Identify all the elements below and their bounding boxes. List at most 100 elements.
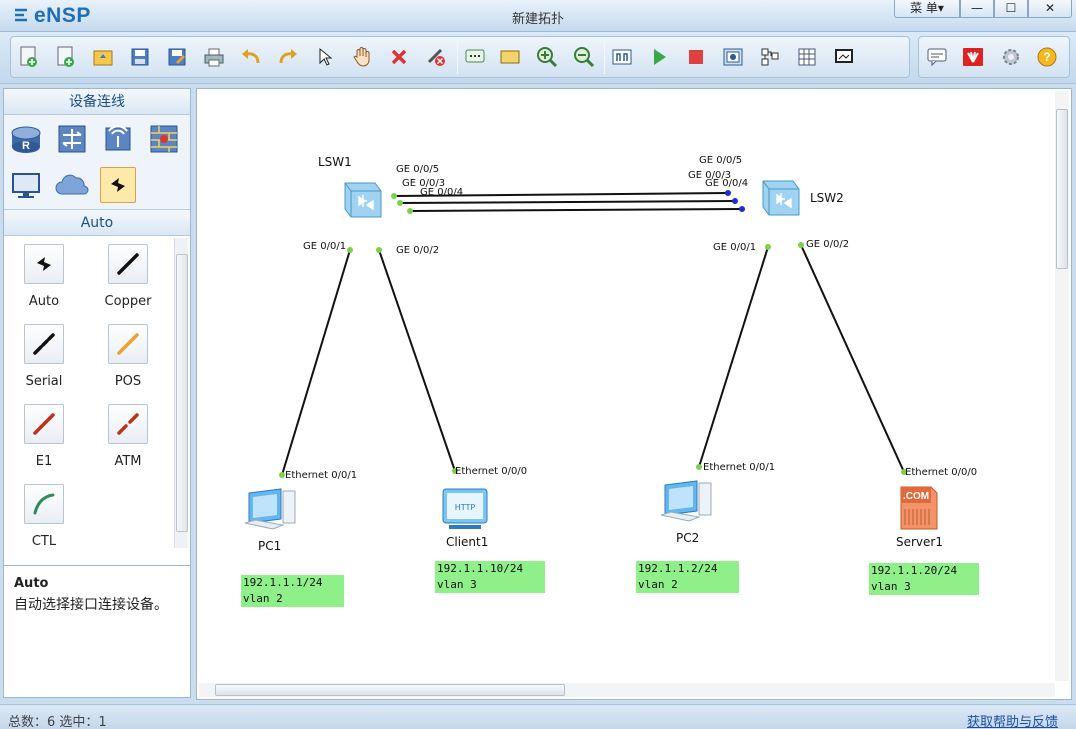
link-lsw2-server1 <box>800 244 905 473</box>
port-label: GE 0/0/1 <box>713 242 757 253</box>
toolbar-right-group: ? <box>918 36 1070 78</box>
link-lsw2-pc2 <box>698 246 769 468</box>
help-feedback-link[interactable]: 获取帮助与反馈 <box>967 711 1058 729</box>
cable-copper[interactable]: Copper <box>98 244 158 309</box>
new-topology-icon[interactable] <box>17 45 41 69</box>
zoom-out-icon[interactable] <box>572 45 596 69</box>
port-label: GE 0/0/2 <box>396 245 440 256</box>
description-text: 自动选择接口连接设备。 <box>14 597 168 613</box>
port-label: GE 0/0/2 <box>806 239 850 250</box>
cable-serial[interactable]: Serial <box>14 324 74 389</box>
topology-canvas[interactable]: HTTP .COM LSW1 LSW2 PC1 Client1 PC2 Serv… <box>196 88 1072 700</box>
port-label: Ethernet 0/0/1 <box>285 470 358 481</box>
ip-note-client1[interactable]: 192.1.1.10/24 vlan 3 <box>435 561 545 593</box>
stop-device-icon[interactable] <box>684 45 708 69</box>
port-dot <box>739 206 745 212</box>
ip-note-pc2[interactable]: 192.1.1.2/24 vlan 2 <box>636 561 739 593</box>
pc-category-icon[interactable] <box>8 167 44 203</box>
cloud-category-icon[interactable] <box>54 167 90 203</box>
huawei-icon[interactable] <box>961 45 985 69</box>
port-label: GE 0/0/5 <box>699 155 743 166</box>
svg-text:.COM: .COM <box>903 491 929 502</box>
capture-icon[interactable] <box>721 45 745 69</box>
status-bar: 总数：6 选中：1 获取帮助与反馈 <box>0 704 1076 729</box>
topology-grid-icon[interactable] <box>795 45 819 69</box>
scrollbar-thumb[interactable] <box>176 254 188 532</box>
lsw2-switch-icon <box>762 180 800 216</box>
cable-label: ATM <box>114 454 142 469</box>
firewall-category-icon[interactable] <box>146 121 182 157</box>
client1-computer-icon: HTTP <box>442 488 488 529</box>
port-label: Ethernet 0/0/0 <box>455 466 528 477</box>
undo-icon[interactable] <box>239 45 263 69</box>
device-label-lsw2: LSW2 <box>810 191 844 205</box>
switch-category-icon[interactable] <box>54 121 90 157</box>
tile-icon[interactable] <box>758 45 782 69</box>
port-label: GE 0/0/4 <box>705 178 749 189</box>
cable-pos[interactable]: POS <box>98 324 158 389</box>
cable-auto[interactable]: Auto <box>14 244 74 309</box>
cable-label: Auto <box>28 294 60 309</box>
cable-category-icon[interactable] <box>100 167 136 203</box>
zoom-in-icon[interactable] <box>535 45 559 69</box>
start-device-icon[interactable] <box>647 45 671 69</box>
pan-hand-icon[interactable] <box>350 45 374 69</box>
close-button[interactable]: ✕ <box>1028 0 1072 18</box>
cable-label: CTL <box>31 534 57 549</box>
port-label: GE 0/0/4 <box>420 187 464 198</box>
select-pointer-icon[interactable] <box>313 45 337 69</box>
toolbar: ? <box>0 32 1076 84</box>
ctl-cable-icon <box>24 484 64 524</box>
port-dot <box>732 198 738 204</box>
scrollbar-thumb[interactable] <box>215 684 565 696</box>
router-category-icon[interactable]: R <box>8 121 44 157</box>
save-icon[interactable] <box>128 45 152 69</box>
port-label: GE 0/0/5 <box>396 164 440 175</box>
copper-cable-icon <box>108 244 148 284</box>
cable-e1[interactable]: E1 <box>14 404 74 469</box>
cable-atm[interactable]: ATM <box>98 404 158 469</box>
screen-icon[interactable] <box>832 45 856 69</box>
menu-button[interactable]: 菜 单▾ <box>894 0 960 18</box>
open-icon[interactable] <box>91 45 115 69</box>
cable-list-scrollbar[interactable] <box>174 238 188 548</box>
canvas-vertical-scrollbar[interactable] <box>1055 91 1069 681</box>
scrollbar-thumb[interactable] <box>1056 109 1068 269</box>
ip-note-server1[interactable]: 192.1.1.20/24 vlan 3 <box>869 563 979 595</box>
fit-view-icon[interactable] <box>610 45 634 69</box>
device-label-client1: Client1 <box>446 535 489 549</box>
note-ip: 192.1.1.10/24 <box>437 562 524 575</box>
cable-label: Serial <box>25 374 63 389</box>
text-note-icon[interactable] <box>463 45 487 69</box>
save-as-icon[interactable] <box>165 45 189 69</box>
delete-link-icon[interactable] <box>424 45 448 69</box>
settings-gear-icon[interactable] <box>999 45 1023 69</box>
new-example-icon[interactable] <box>54 45 78 69</box>
redo-icon[interactable] <box>276 45 300 69</box>
wireless-category-icon[interactable] <box>100 121 136 157</box>
topology-links: HTTP .COM <box>244 180 938 530</box>
help-icon[interactable]: ? <box>1035 45 1059 69</box>
pos-cable-icon <box>108 324 148 364</box>
port-dot <box>407 208 413 214</box>
device-panel: 设备连线 R Auto Auto Copper Serial POS E1 AT… <box>3 88 191 698</box>
print-icon[interactable] <box>202 45 226 69</box>
cable-ctl[interactable]: CTL <box>14 484 74 549</box>
note-ip: 192.1.1.1/24 <box>243 576 323 589</box>
chat-icon[interactable] <box>925 45 949 69</box>
cable-label: Copper <box>104 294 152 309</box>
rectangle-icon[interactable] <box>498 45 522 69</box>
note-vlan: vlan 2 <box>638 578 678 591</box>
canvas-horizontal-scrollbar[interactable] <box>199 683 1055 697</box>
link-lsw1-client1 <box>378 249 456 472</box>
svg-text:?: ? <box>1043 50 1050 64</box>
toolbar-main-group <box>10 36 910 78</box>
maximize-button[interactable]: ☐ <box>994 0 1028 18</box>
note-vlan: vlan 2 <box>243 592 283 605</box>
link-lsw1-lsw2-p3 <box>399 200 736 204</box>
delete-icon[interactable] <box>387 45 411 69</box>
minimize-button[interactable]: — <box>960 0 994 18</box>
port-dot <box>391 193 397 199</box>
ip-note-pc1[interactable]: 192.1.1.1/24 vlan 2 <box>241 575 344 607</box>
link-lsw1-pc1 <box>281 249 351 476</box>
